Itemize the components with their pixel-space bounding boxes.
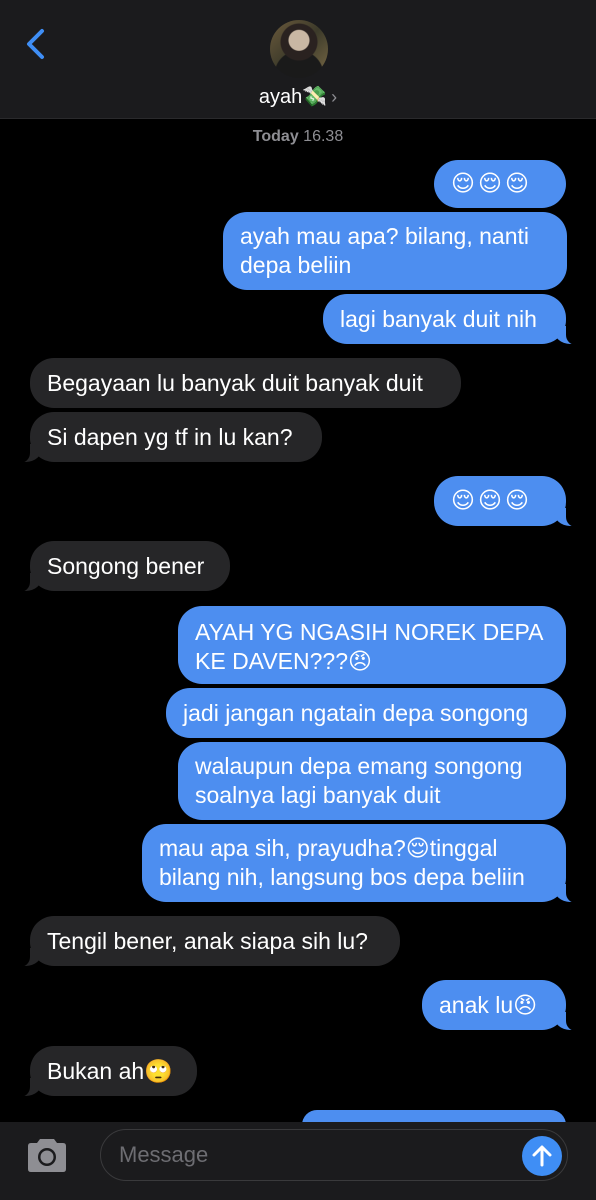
message-text: Songong bener xyxy=(47,553,205,579)
message-text: bilang nih, langsung bos depa beliin xyxy=(159,864,525,890)
camera-button[interactable] xyxy=(24,1136,70,1174)
contact-name-button[interactable]: ayah💸 › xyxy=(0,84,596,109)
compose-bar xyxy=(0,1122,596,1200)
message-text: Bukan ah🙄 xyxy=(47,1058,173,1084)
message-incoming[interactable]: Songong bener xyxy=(18,541,230,592)
message-outgoing[interactable]: AYAH YG NGASIH NOREK DEPA KE DAVEN???😠 xyxy=(178,606,566,684)
message-incoming[interactable]: Si dapen yg tf in lu kan? xyxy=(18,412,322,463)
message-text: mau apa sih, prayudha?😌tinggal xyxy=(159,835,498,861)
message-outgoing[interactable]: jadi jangan ngatain depa songong xyxy=(166,688,566,738)
message-text: Tengil bener, anak siapa sih lu? xyxy=(47,928,368,954)
message-text: anak lu😠 xyxy=(439,992,538,1018)
message-incoming[interactable]: Bukan ah🙄 xyxy=(18,1046,197,1097)
message-text: Begayaan lu banyak duit banyak duit xyxy=(47,370,423,396)
message-incoming[interactable]: Tengil bener, anak siapa sih lu? xyxy=(18,916,400,967)
timestamp-day: Today xyxy=(252,128,299,145)
message-text: soalnya lagi banyak duit xyxy=(195,782,441,808)
back-button[interactable] xyxy=(22,28,52,60)
conversation-header: ayah💸 › xyxy=(0,0,596,119)
send-button[interactable] xyxy=(522,1136,562,1176)
message-text: ayah mau apa? bilang, nanti xyxy=(240,223,529,249)
message-input[interactable] xyxy=(100,1129,568,1181)
message-text: AYAH YG NGASIH NOREK DEPA xyxy=(195,619,544,645)
timestamp-time: 16.38 xyxy=(303,128,344,145)
message-text: KE DAVEN???😠 xyxy=(195,648,372,674)
message-text: Si dapen yg tf in lu kan? xyxy=(47,424,293,450)
message-outgoing[interactable]: lagi banyak duit nih xyxy=(323,294,578,345)
message-incoming[interactable]: Begayaan lu banyak duit banyak duit xyxy=(30,358,461,408)
message-outgoing[interactable]: 😌😌😌 xyxy=(434,160,566,208)
message-text: jadi jangan ngatain depa songong xyxy=(183,700,529,726)
chevron-left-icon xyxy=(27,29,44,59)
avatar[interactable] xyxy=(270,20,328,78)
contact-name: ayah💸 xyxy=(258,86,328,108)
camera-icon xyxy=(28,1139,66,1172)
message-outgoing[interactable]: mau apa sih, prayudha?😌tinggal bilang ni… xyxy=(142,824,578,903)
message-outgoing[interactable]: 😌😌😌 xyxy=(434,476,578,527)
message-outgoing[interactable]: walaupun depa emang songong soalnya lagi… xyxy=(178,742,566,820)
message-text: walaupun depa emang songong xyxy=(195,753,523,779)
chevron-right-icon: › xyxy=(331,87,338,107)
message-text: lagi banyak duit nih xyxy=(340,306,537,332)
message-text: 😌😌😌 xyxy=(451,487,532,513)
message-outgoing[interactable]: ayah mau apa? bilang, nanti depa beliin xyxy=(223,212,567,290)
message-text: depa beliin xyxy=(240,252,352,278)
message-text: 😌😌😌 xyxy=(451,170,532,196)
message-outgoing[interactable]: anak lu😠 xyxy=(422,980,578,1031)
arrow-up-icon xyxy=(532,1145,552,1167)
timestamp: Today 16.38 xyxy=(0,128,596,146)
